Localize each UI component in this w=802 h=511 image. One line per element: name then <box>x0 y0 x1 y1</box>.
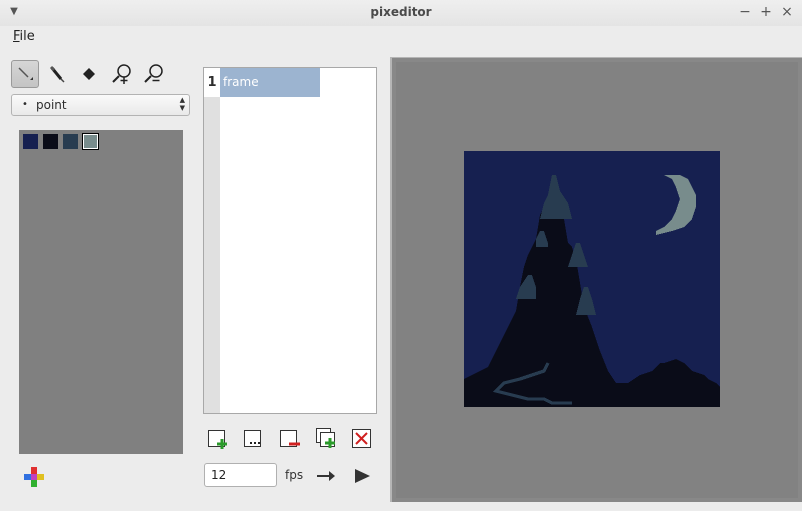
frame-list-gutter <box>204 68 220 413</box>
play-icon <box>355 469 370 483</box>
remove-frame-icon <box>280 430 300 447</box>
fill-tool-button[interactable] <box>75 60 103 88</box>
copy-frame-button[interactable] <box>315 427 337 449</box>
pencil-icon <box>18 67 33 80</box>
zoom-out-tool-button[interactable] <box>140 60 168 88</box>
point-icon: • <box>22 99 28 110</box>
spinner-arrows-icon: ▲ ▼ <box>179 96 185 112</box>
fps-label: fps <box>285 468 304 482</box>
maximize-button[interactable]: + <box>758 4 774 20</box>
brush-shape-select[interactable]: • point ▲ ▼ <box>11 94 190 116</box>
palette-swatch[interactable] <box>23 134 38 149</box>
minimize-button[interactable]: − <box>737 4 753 20</box>
pixel-canvas[interactable] <box>464 151 720 407</box>
title-bar: ▼ pixeditor − + × <box>0 0 802 26</box>
menu-bar: File <box>0 26 802 48</box>
play-button[interactable] <box>353 466 373 489</box>
add-frame-icon <box>208 430 227 449</box>
copy-frame-icon <box>316 428 335 448</box>
zoom-in-tool-button[interactable] <box>108 60 136 88</box>
zoom-out-icon <box>144 64 163 83</box>
frame-row[interactable]: 1 frame <box>204 68 320 97</box>
delete-frame-button[interactable] <box>351 427 373 449</box>
pipette-tool-button[interactable] <box>43 60 71 88</box>
window-title: pixeditor <box>370 5 432 19</box>
menu-file[interactable]: File <box>13 29 35 44</box>
duplicate-frame-button[interactable] <box>243 427 265 449</box>
fps-input[interactable] <box>204 463 277 487</box>
palette-swatch[interactable] <box>43 134 58 149</box>
pipette-icon <box>49 65 65 83</box>
frame-number: 1 <box>204 68 220 97</box>
arrow-right-icon <box>317 471 335 481</box>
remove-frame-button[interactable] <box>279 427 301 449</box>
palette-swatch[interactable] <box>82 133 99 150</box>
add-color-icon <box>24 467 44 487</box>
frame-list[interactable]: 1 frame <box>203 67 377 414</box>
pen-tool-button[interactable] <box>11 60 39 88</box>
add-frame-button[interactable] <box>207 427 229 449</box>
loop-button[interactable] <box>316 466 338 489</box>
zoom-in-icon <box>112 64 131 84</box>
frame-name[interactable]: frame <box>220 68 320 97</box>
brush-shape-value: point <box>36 98 67 112</box>
delete-icon <box>352 429 371 448</box>
palette-swatch[interactable] <box>63 134 78 149</box>
color-palette[interactable] <box>19 130 183 454</box>
fill-icon <box>83 68 95 80</box>
add-color-button[interactable] <box>23 466 45 491</box>
close-button[interactable]: × <box>779 4 795 20</box>
duplicate-frame-icon <box>244 430 261 447</box>
